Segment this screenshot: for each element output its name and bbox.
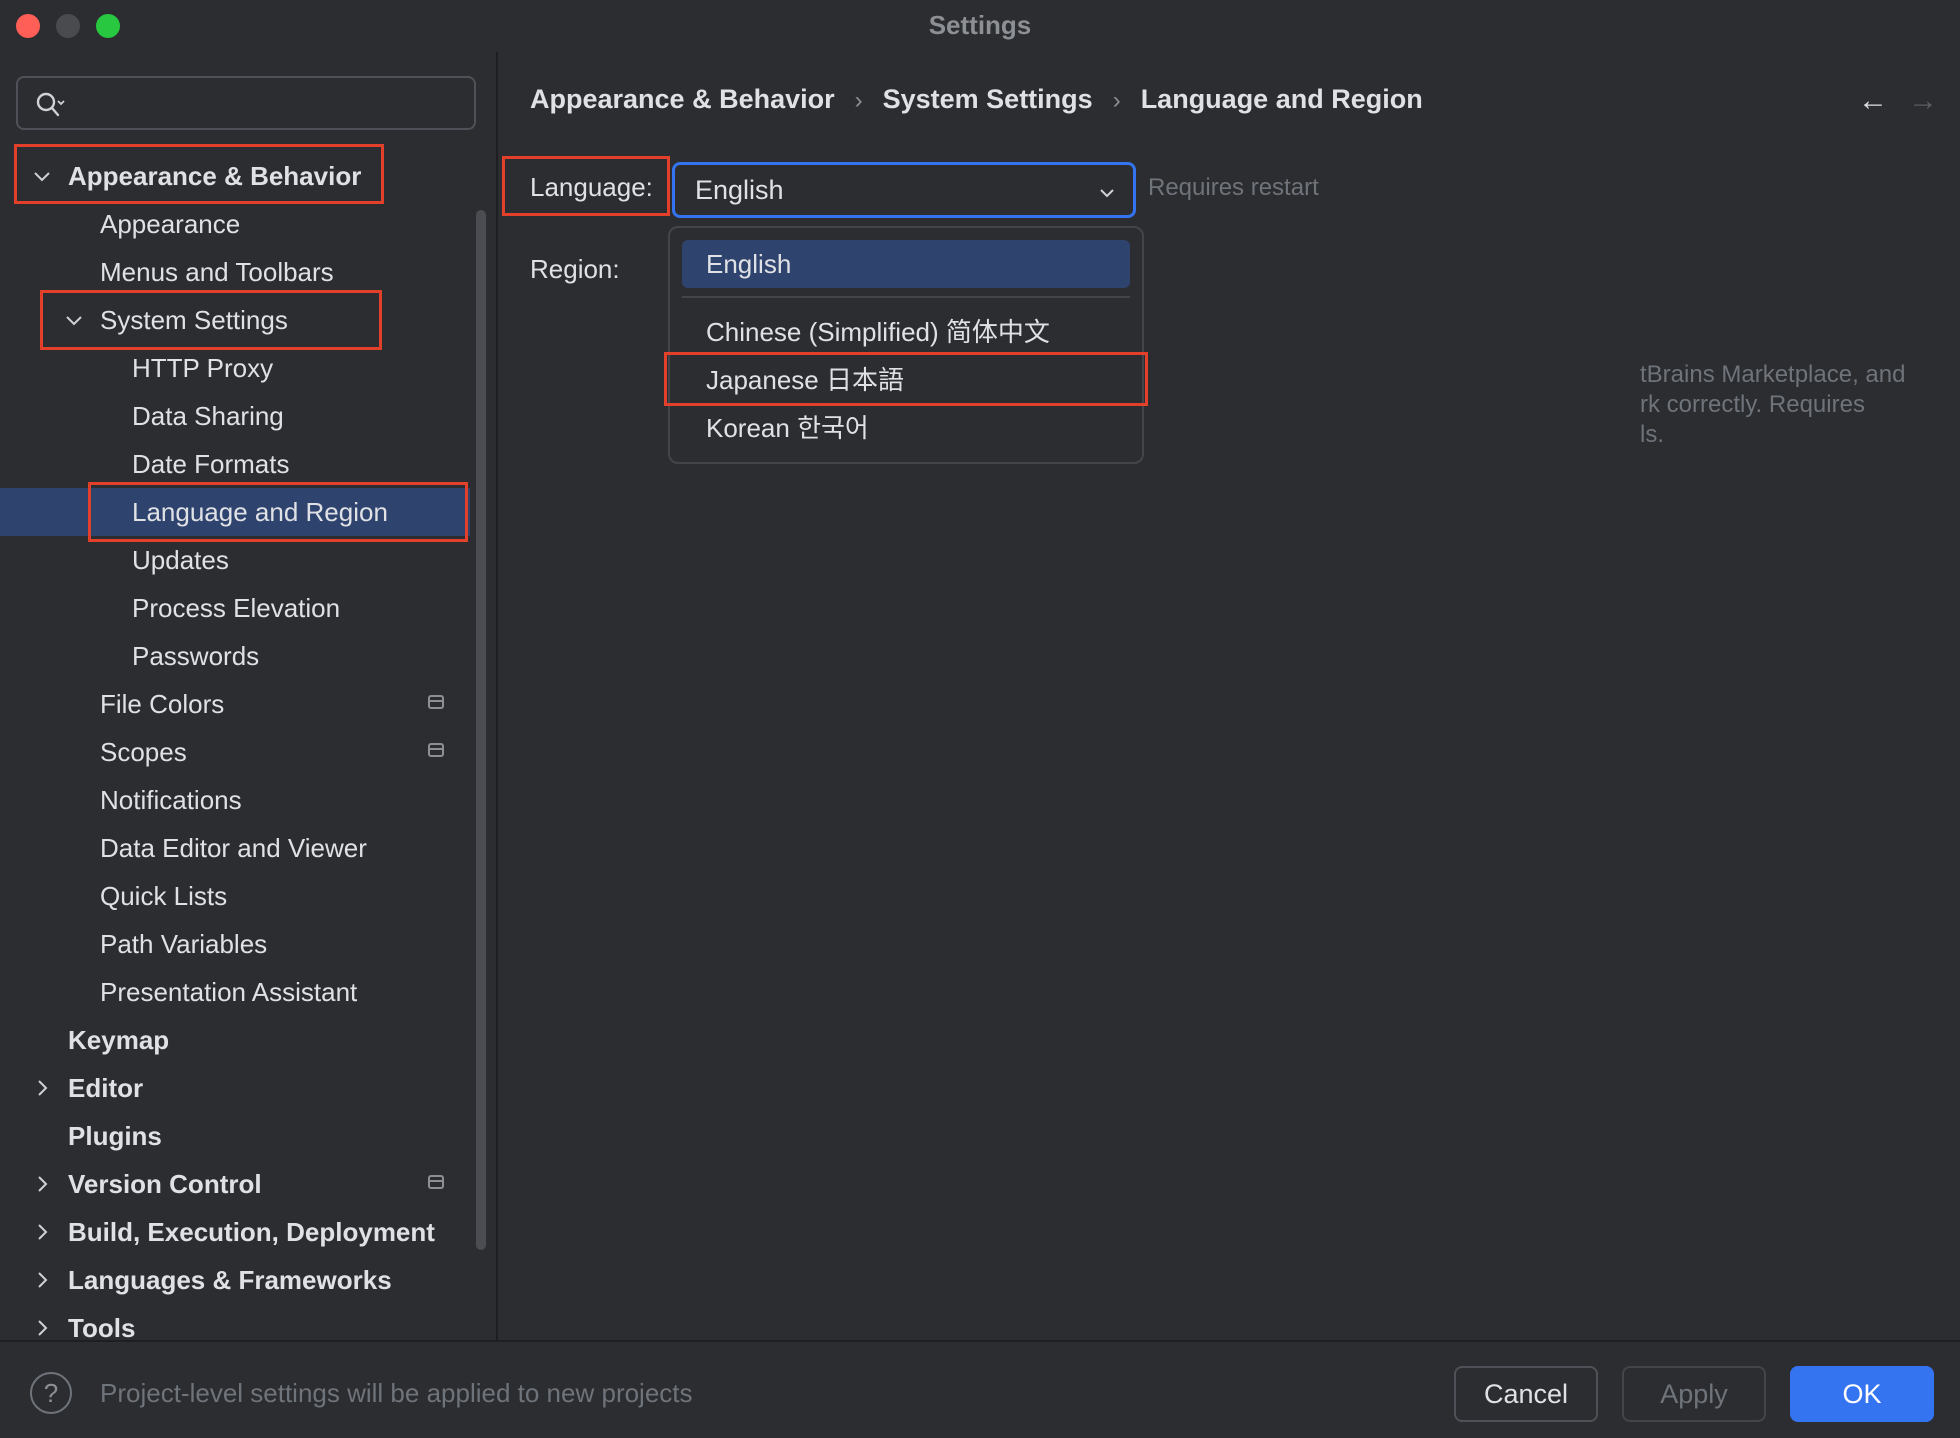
breadcrumb: Appearance & Behavior › System Settings › La… [530, 84, 1423, 115]
tree-item-label: Build, Execution, Deployment [68, 1217, 435, 1247]
breadcrumb-item[interactable]: Appearance & Behavior [530, 84, 835, 114]
tree-item-scopes[interactable]: Scopes [0, 728, 470, 776]
tree-item-label: Plugins [68, 1121, 162, 1151]
tree-item-label: Appearance [100, 209, 241, 239]
tree-item-date-formats[interactable]: Date Formats [0, 440, 470, 488]
option-english[interactable]: English [682, 240, 1130, 288]
tree-item-path-variables[interactable]: Path Variables [0, 920, 470, 968]
annotation-highlight [664, 352, 1148, 406]
tree-item-label: Updates [132, 545, 229, 575]
tree-item-build-execution-deployment[interactable]: Build, Execution, Deployment [0, 1208, 470, 1256]
tree-item-updates[interactable]: Updates [0, 536, 470, 584]
tree-item-tools[interactable]: Tools [0, 1304, 470, 1343]
tree-item-editor[interactable]: Editor [0, 1064, 470, 1112]
annotation-highlight [502, 156, 670, 216]
settings-sidebar: Appearance & Behavior Appearance Menus a… [0, 52, 498, 1343]
tree-item-process-elevation[interactable]: Process Elevation [0, 584, 470, 632]
tree-item-label: Editor [68, 1073, 144, 1103]
project-scope-icon [428, 1175, 444, 1189]
tree-item-menus-toolbars[interactable]: Menus and Toolbars [0, 248, 470, 296]
annotation-highlight [14, 144, 384, 204]
help-button[interactable]: ? [30, 1372, 72, 1414]
tree-item-label: Keymap [68, 1025, 170, 1055]
tree-item-label: Languages & Frameworks [68, 1265, 392, 1295]
ok-button[interactable]: OK [1790, 1366, 1934, 1422]
chevron-right-icon[interactable] [30, 1268, 54, 1292]
back-arrow-icon[interactable]: ← [1858, 84, 1888, 118]
plugin-note-line: rk correctly. Requires [1640, 391, 1865, 418]
language-select-value: English [695, 175, 784, 205]
annotation-highlight [40, 290, 382, 350]
tree-item-label: Date Formats [132, 449, 290, 479]
annotation-highlight [88, 482, 468, 542]
plugin-note-line: tBrains Marketplace, and [1640, 361, 1906, 388]
tree-item-label: Passwords [132, 641, 260, 671]
tree-item-keymap[interactable]: Keymap [0, 1016, 470, 1064]
search-icon [36, 92, 65, 117]
tree-item-label: Data Sharing [132, 401, 284, 431]
sidebar-scrollbar[interactable] [476, 210, 486, 1250]
project-scope-icon [428, 743, 444, 757]
language-dropdown: English Chinese (Simplified) 简体中文 Japane… [668, 226, 1144, 464]
tree-item-label: Version Control [68, 1169, 262, 1199]
cancel-button[interactable]: Cancel [1454, 1366, 1598, 1422]
breadcrumb-item: Language and Region [1140, 84, 1423, 114]
plugin-note-line: ls. [1640, 421, 1664, 448]
tree-item-version-control[interactable]: Version Control [0, 1160, 470, 1208]
chevron-right-icon[interactable] [30, 1316, 54, 1340]
tree-item-http-proxy[interactable]: HTTP Proxy [0, 344, 470, 392]
tree-item-label: Presentation Assistant [100, 977, 358, 1007]
breadcrumb-item[interactable]: System Settings [883, 84, 1093, 114]
tree-item-label: Notifications [100, 785, 242, 815]
tree-item-quick-lists[interactable]: Quick Lists [0, 872, 470, 920]
project-scope-icon [428, 695, 444, 709]
tree-item-label: Scopes [100, 737, 187, 767]
tree-item-plugins[interactable]: Plugins [0, 1112, 470, 1160]
tree-item-label: File Colors [100, 689, 225, 719]
tree-item-file-colors[interactable]: File Colors [0, 680, 470, 728]
tree-item-languages-frameworks[interactable]: Languages & Frameworks [0, 1256, 470, 1304]
tree-item-label: Process Elevation [132, 593, 341, 623]
tree-item-label: Data Editor and Viewer [100, 833, 367, 863]
window-title: Settings [928, 10, 1032, 40]
region-label: Region: [530, 254, 620, 284]
option-chinese-simplified[interactable]: Chinese (Simplified) 简体中文 [682, 308, 1130, 356]
tree-item-label: HTTP Proxy [132, 353, 274, 383]
dropdown-separator [682, 296, 1130, 298]
title-bar: Settings [0, 0, 1960, 52]
tree-item-label: Menus and Toolbars [100, 257, 334, 287]
tree-item-notifications[interactable]: Notifications [0, 776, 470, 824]
forward-arrow-icon[interactable]: → [1908, 84, 1938, 118]
language-select[interactable]: English [672, 162, 1136, 218]
footer-note: Project-level settings will be applied t… [100, 1378, 693, 1408]
plugin-note-text: tBrains Marketplace, and rk correctly. R… [1640, 360, 1905, 450]
apply-button[interactable]: Apply [1622, 1366, 1766, 1422]
tree-item-data-editor-viewer[interactable]: Data Editor and Viewer [0, 824, 470, 872]
tree-item-appearance[interactable]: Appearance [0, 200, 470, 248]
dialog-footer: ? Project-level settings will be applied… [0, 1340, 1960, 1438]
requires-restart-hint: Requires restart [1148, 174, 1319, 201]
tree-item-label: Quick Lists [100, 881, 228, 911]
tree-item-label: Path Variables [100, 929, 268, 959]
breadcrumb-separator: › [1112, 87, 1121, 114]
chevron-right-icon[interactable] [30, 1220, 54, 1244]
option-korean[interactable]: Korean 한국어 [682, 404, 1130, 452]
tree-item-presentation-assistant[interactable]: Presentation Assistant [0, 968, 470, 1016]
settings-window: Settings Appearance & Behavior Appearanc… [0, 0, 1960, 1438]
search-input[interactable] [16, 76, 476, 130]
tree-item-data-sharing[interactable]: Data Sharing [0, 392, 470, 440]
chevron-right-icon[interactable] [30, 1076, 54, 1100]
chevron-down-icon [1100, 189, 1114, 198]
chevron-right-icon[interactable] [30, 1172, 54, 1196]
breadcrumb-separator: › [854, 87, 863, 114]
tree-item-passwords[interactable]: Passwords [0, 632, 470, 680]
